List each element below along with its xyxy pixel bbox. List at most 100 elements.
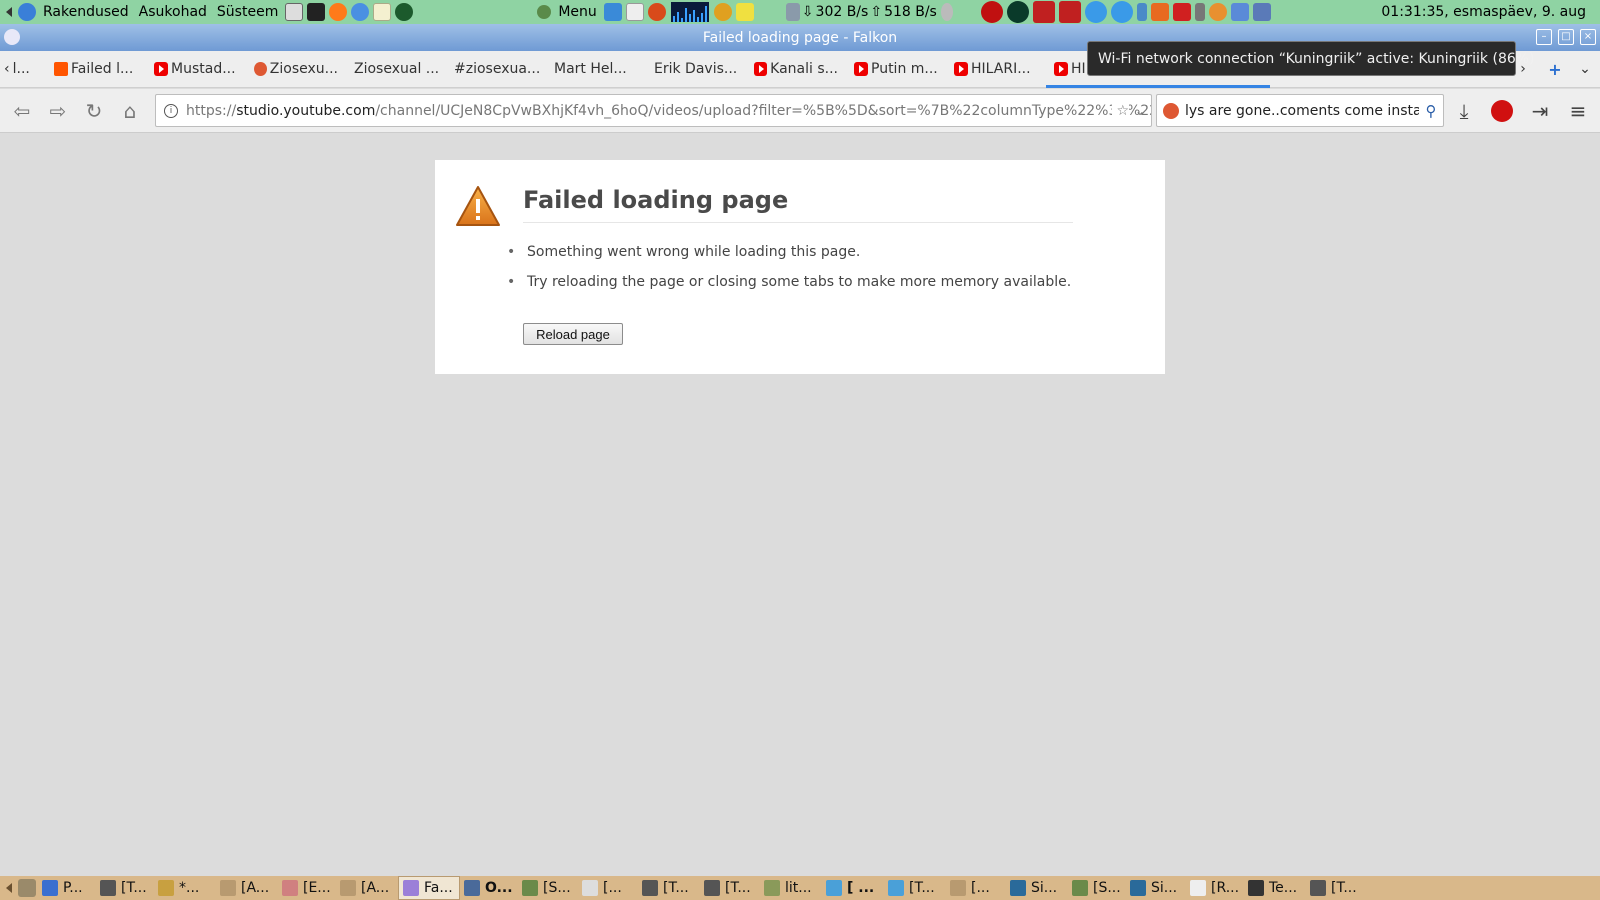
menu-applications[interactable]: Rakendused: [38, 4, 134, 20]
file-manager-launcher-icon[interactable]: [285, 3, 304, 21]
taskbar-item[interactable]: Fa...: [398, 876, 460, 900]
tab-item[interactable]: ‹ l...: [0, 51, 46, 88]
taskbar-item[interactable]: Si...: [1006, 876, 1068, 900]
back-arrow-icon[interactable]: ⇦: [8, 97, 36, 125]
downloads-icon[interactable]: ⤓: [1450, 97, 1478, 125]
menu-system[interactable]: Süsteem: [212, 4, 283, 20]
tray-telegram-icon-2[interactable]: [1110, 1, 1133, 23]
tray-weather-icon[interactable]: [1208, 3, 1227, 21]
sidebar-toggle-icon[interactable]: ⇥: [1526, 97, 1554, 125]
taskbar-item[interactable]: [T...: [700, 876, 760, 900]
adblock-icon[interactable]: [1488, 97, 1516, 125]
tab-item[interactable]: Mart Hel...: [546, 51, 646, 88]
globe-launcher-icon[interactable]: [395, 3, 414, 21]
tab-item[interactable]: Putin m...: [846, 51, 946, 88]
show-desktop-icon[interactable]: [18, 879, 36, 897]
taskbar-item[interactable]: [T...: [96, 876, 154, 900]
tray-blocked-icon[interactable]: [1032, 1, 1055, 23]
text-editor-launcher-icon[interactable]: [373, 3, 392, 21]
taskbar-item[interactable]: [R...: [1186, 876, 1244, 900]
taskbar-item-label: Si...: [1031, 880, 1058, 896]
tab-item[interactable]: Ziosexual ...: [346, 51, 446, 88]
taskbar-item[interactable]: [S...: [518, 876, 578, 900]
taskbar-item[interactable]: [S...: [1068, 876, 1126, 900]
taskbar-item[interactable]: [A...: [336, 876, 398, 900]
plus-icon[interactable]: +: [1548, 60, 1561, 79]
tray-globe-icon[interactable]: [1006, 1, 1029, 23]
network-icon[interactable]: [785, 3, 800, 21]
firefox-launcher-icon[interactable]: [329, 3, 348, 21]
battery-icon[interactable]: [1252, 3, 1271, 21]
tray-blocked-icon-2[interactable]: [1058, 1, 1081, 23]
hamburger-menu-icon[interactable]: ≡: [1564, 97, 1592, 125]
reload-page-button[interactable]: Reload page: [523, 323, 623, 345]
taskbar-item[interactable]: [...: [578, 876, 638, 900]
tray-record-icon[interactable]: [980, 1, 1003, 23]
taskbar-item[interactable]: [A...: [216, 876, 278, 900]
taskbar-item[interactable]: lit...: [760, 876, 822, 900]
search-input[interactable]: lys are gone..coments come instant ⚲: [1156, 94, 1444, 127]
duckduckgo-search-engine-icon[interactable]: [1163, 102, 1179, 119]
taskbar-item[interactable]: Si...: [1126, 876, 1186, 900]
menu-button[interactable]: Menu: [553, 4, 601, 20]
menu-places[interactable]: Asukohad: [134, 4, 212, 20]
tab-item[interactable]: #ziosexua...: [446, 51, 546, 88]
taskbar-item[interactable]: [T...: [638, 876, 700, 900]
tab-label: Ziosexual ...: [354, 61, 440, 77]
thunderbird-launcher-icon[interactable]: [351, 3, 370, 21]
taskbar-app-icon: [1310, 880, 1326, 896]
search-icon[interactable]: [713, 3, 732, 21]
tab-list-button[interactable]: ⌄: [1570, 51, 1600, 88]
panel-left-arrow-icon[interactable]: [6, 7, 12, 17]
bluetooth-icon[interactable]: [1136, 3, 1147, 21]
bookmark-star-icon[interactable]: ☆: [1112, 102, 1129, 119]
falkon-app-icon[interactable]: [4, 29, 20, 45]
tray-package-icon[interactable]: [1150, 3, 1169, 21]
taskbar-left-arrow-icon[interactable]: [6, 883, 12, 893]
tabs-scroll-left-icon[interactable]: ‹: [4, 61, 10, 77]
maximize-icon[interactable]: □: [1558, 29, 1574, 45]
url-history-chevron-icon[interactable]: ⌄: [1135, 104, 1145, 118]
checkbox-applet-icon[interactable]: [603, 3, 622, 21]
taskbar-item[interactable]: *...: [154, 876, 216, 900]
tray-keyboard-icon[interactable]: [1194, 3, 1205, 21]
new-tab-button[interactable]: +: [1540, 51, 1570, 88]
weather-applet-icon[interactable]: [647, 3, 666, 21]
tab-item[interactable]: Mustad...: [146, 51, 246, 88]
clock-applet-icon[interactable]: [625, 3, 644, 21]
menu-button-icon[interactable]: [537, 5, 552, 19]
taskbar-item[interactable]: [ ...: [822, 876, 884, 900]
site-info-icon[interactable]: i: [164, 103, 178, 118]
tab-label: #ziosexua...: [454, 61, 541, 77]
tab-item[interactable]: Ziosexu...: [246, 51, 346, 88]
home-icon[interactable]: ⌂: [116, 97, 144, 125]
taskbar-item[interactable]: Te...: [1244, 876, 1306, 900]
forward-arrow-icon[interactable]: ⇨: [44, 97, 72, 125]
minimize-icon[interactable]: –: [1536, 29, 1552, 45]
clock[interactable]: 01:31:35, esmaspäev, 9. aug: [1381, 4, 1600, 20]
wifi-signal-icon[interactable]: [1230, 3, 1249, 21]
fedora-logo-icon[interactable]: [18, 3, 36, 21]
tab-item[interactable]: Erik Davis...: [646, 51, 746, 88]
volume-icon[interactable]: [940, 3, 953, 21]
tray-calendar-icon[interactable]: [1172, 3, 1191, 21]
reload-icon[interactable]: ↻: [80, 97, 108, 125]
chevron-down-icon[interactable]: ⌄: [1579, 61, 1591, 77]
taskbar-item[interactable]: [...: [946, 876, 1006, 900]
search-icon[interactable]: ⚲: [1419, 102, 1443, 120]
taskbar-item[interactable]: [E...: [278, 876, 336, 900]
taskbar-item[interactable]: P...: [38, 876, 96, 900]
close-icon[interactable]: ×: [1580, 29, 1596, 45]
url-input[interactable]: i https://studio.youtube.com/channel/UCJ…: [155, 94, 1152, 127]
notes-icon[interactable]: [735, 3, 754, 21]
tab-item[interactable]: HILARI...: [946, 51, 1046, 88]
url-host: studio.youtube.com: [236, 102, 376, 119]
terminal-launcher-icon[interactable]: [307, 3, 326, 21]
taskbar-item[interactable]: O...: [460, 876, 518, 900]
youtube-icon: [154, 62, 168, 76]
tray-telegram-icon[interactable]: [1084, 1, 1107, 23]
taskbar-item[interactable]: [T...: [1306, 876, 1366, 900]
tab-item[interactable]: Failed l...: [46, 51, 146, 88]
taskbar-item[interactable]: [T...: [884, 876, 946, 900]
tab-item[interactable]: Kanali s...: [746, 51, 846, 88]
